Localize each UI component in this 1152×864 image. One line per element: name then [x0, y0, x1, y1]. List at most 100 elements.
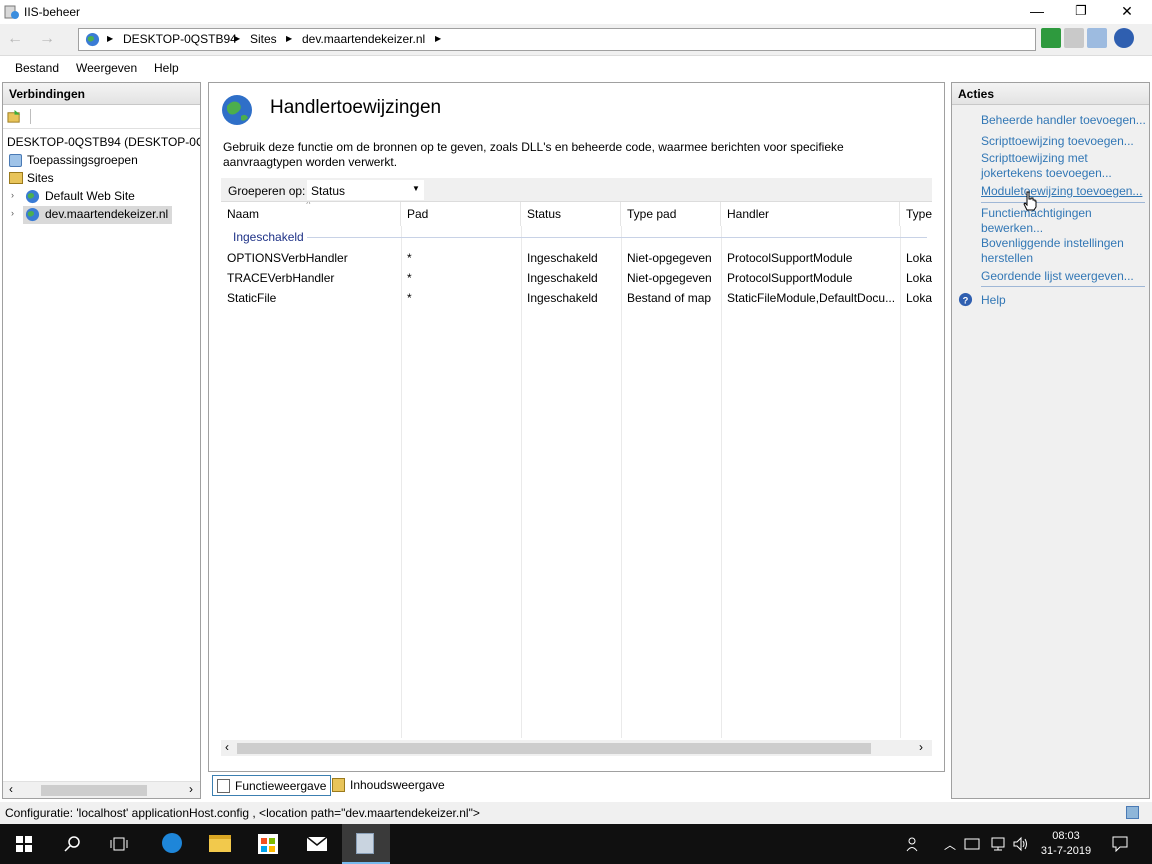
content-view-icon	[332, 778, 345, 792]
tab-features-view[interactable]: Functieweergave	[212, 775, 332, 796]
volume-icon[interactable]	[1012, 836, 1030, 852]
connections-toolbar	[3, 105, 200, 129]
close-button[interactable]: ✕	[1104, 0, 1150, 24]
windows-logo-icon	[16, 836, 32, 852]
cell-status: Ingeschakeld	[527, 251, 598, 265]
globe-icon	[85, 32, 100, 47]
group-by-label: Groeperen op:	[228, 184, 306, 198]
add-script-map-link[interactable]: Scripttoewijzing toevoegen...	[981, 134, 1149, 149]
mail-button[interactable]	[292, 824, 340, 864]
breadcrumb[interactable]: ▶ DESKTOP-0QSTB94 ▶ Sites ▶ dev.maartend…	[78, 28, 1036, 51]
scroll-right-icon[interactable]: ›	[189, 782, 193, 796]
iis-app-icon	[4, 5, 19, 19]
cell-handler: ProtocolSupportModule	[727, 271, 853, 285]
chevron-right-icon: ▶	[107, 34, 114, 43]
breadcrumb-site[interactable]: dev.maartendekeizer.nl	[302, 32, 425, 46]
table-scrollbar[interactable]: ‹ ›	[221, 740, 932, 756]
toolbar-divider	[30, 109, 31, 124]
refresh-icon[interactable]	[1041, 28, 1061, 48]
people-icon[interactable]	[906, 836, 922, 852]
iis-app-icon	[356, 833, 374, 854]
help-icon[interactable]	[1114, 28, 1134, 48]
add-managed-handler-link[interactable]: Beheerde handler toevoegen...	[981, 113, 1149, 128]
title-bar: IIS-beheer — ❐ ✕	[0, 0, 1152, 24]
help-link[interactable]: Help	[981, 293, 1149, 308]
chevron-right-icon: ▶	[435, 34, 442, 43]
column-divider	[900, 226, 901, 738]
chevron-up-icon[interactable]: ︿	[944, 836, 956, 853]
menu-file[interactable]: Bestand	[15, 61, 59, 75]
menu-help[interactable]: Help	[154, 61, 179, 75]
column-divider	[721, 226, 722, 738]
clock[interactable]: 08:03 31-7-2019	[1034, 829, 1098, 859]
scroll-left-icon[interactable]: ‹	[9, 782, 13, 796]
cell-handler: ProtocolSupportModule	[727, 251, 853, 265]
globe-icon	[222, 95, 252, 125]
connections-header: Verbindingen	[3, 83, 200, 105]
globe-icon	[25, 207, 40, 222]
stop-icon[interactable]	[1064, 28, 1084, 48]
group-divider	[307, 237, 927, 238]
keyboard-icon[interactable]	[964, 837, 980, 851]
expand-arrow-icon[interactable]: ›	[11, 190, 14, 200]
group-by-select[interactable]: Status ▼	[307, 180, 424, 200]
home-icon[interactable]	[1087, 28, 1107, 48]
edge-button[interactable]	[148, 824, 196, 864]
menu-view[interactable]: Weergeven	[76, 61, 137, 75]
breadcrumb-sites[interactable]: Sites	[250, 32, 277, 46]
connections-scrollbar[interactable]: ‹ ›	[3, 781, 200, 798]
scrollbar-thumb[interactable]	[41, 785, 147, 796]
window-title: IIS-beheer	[24, 5, 81, 19]
restore-button[interactable]: ❐	[1058, 0, 1104, 24]
connect-icon[interactable]	[7, 109, 22, 124]
network-icon[interactable]	[990, 836, 1006, 852]
actions-header: Acties	[952, 83, 1149, 105]
actions-divider	[981, 202, 1145, 203]
svg-text:?: ?	[963, 295, 969, 305]
back-icon[interactable]: ←	[4, 29, 26, 51]
group-header-enabled[interactable]: Ingeschakeld	[233, 230, 304, 244]
revert-to-parent-link[interactable]: Bovenliggende instellingen herstellen	[981, 236, 1131, 266]
forward-icon[interactable]: →	[36, 29, 58, 51]
cell-path: *	[407, 271, 412, 285]
explorer-button[interactable]	[196, 824, 244, 864]
expand-arrow-icon[interactable]: ›	[11, 208, 14, 218]
column-header-path[interactable]: Pad	[401, 202, 521, 226]
column-header-name[interactable]: Naam ˄	[221, 202, 401, 226]
start-button[interactable]	[0, 824, 48, 864]
cell-status: Ingeschakeld	[527, 291, 598, 305]
edit-feature-permissions-link[interactable]: Functiemachtigingen bewerken...	[981, 206, 1106, 236]
handler-mappings-panel: Handlertoewijzingen Gebruik deze functie…	[208, 82, 945, 772]
iis-manager-button[interactable]	[342, 824, 390, 864]
column-header-path-type[interactable]: Type pad	[621, 202, 721, 226]
breadcrumb-server[interactable]: DESKTOP-0QSTB94	[123, 32, 237, 46]
add-wildcard-script-map-link[interactable]: Scripttoewijzing met jokertekens toevoeg…	[981, 151, 1131, 181]
store-button[interactable]	[244, 824, 292, 864]
task-view-button[interactable]	[96, 824, 144, 864]
search-button[interactable]	[48, 824, 96, 864]
handler-table: Naam ˄ Pad Status Type pad Handler Type …	[221, 202, 932, 756]
tree-item-server[interactable]: DESKTOP-0QSTB94 (DESKTOP-0QSTB	[3, 134, 200, 152]
column-header-type[interactable]: Type	[900, 202, 932, 226]
scroll-left-icon[interactable]: ‹	[225, 740, 229, 754]
column-divider	[621, 226, 622, 738]
cell-name: StaticFile	[227, 291, 277, 305]
connections-tree: DESKTOP-0QSTB94 (DESKTOP-0QSTB Toepassin…	[3, 129, 200, 729]
column-divider	[401, 226, 402, 738]
add-module-map-link[interactable]: Moduletoewijzing toevoegen...	[981, 184, 1149, 199]
cell-type: Loka	[906, 291, 932, 305]
column-header-status[interactable]: Status	[521, 202, 621, 226]
cell-path-type: Niet-opgegeven	[627, 251, 712, 265]
cell-path-type: Bestand of map	[627, 291, 712, 305]
minimize-button[interactable]: —	[1014, 0, 1060, 24]
scrollbar-thumb[interactable]	[237, 743, 871, 754]
column-header-handler[interactable]: Handler	[721, 202, 900, 226]
chevron-right-icon: ▶	[286, 34, 293, 43]
group-by-value: Status	[311, 184, 346, 198]
sort-asc-icon: ˄	[306, 202, 311, 207]
view-ordered-list-link[interactable]: Geordende lijst weergeven...	[981, 269, 1149, 284]
notifications-icon[interactable]	[1112, 836, 1128, 852]
scroll-right-icon[interactable]: ›	[919, 740, 923, 754]
store-icon	[258, 834, 278, 854]
tab-content-view[interactable]: Inhoudsweergave	[328, 775, 449, 796]
